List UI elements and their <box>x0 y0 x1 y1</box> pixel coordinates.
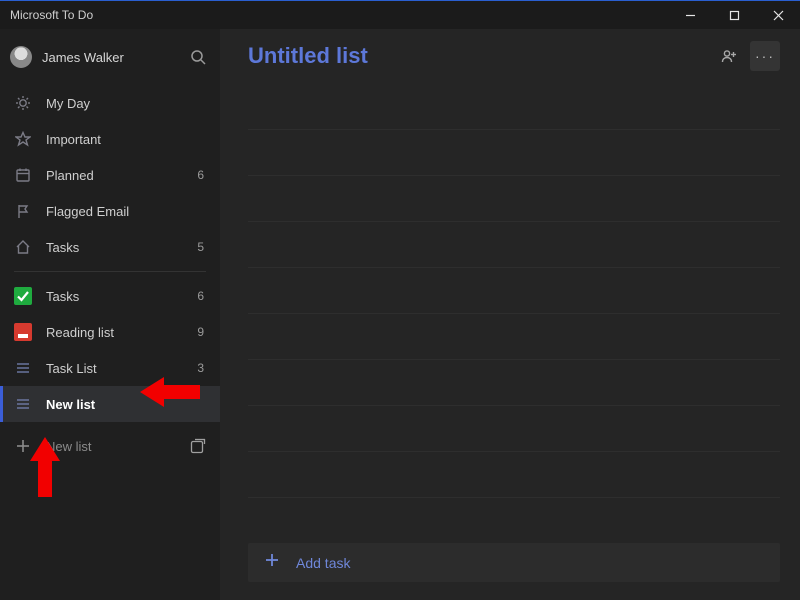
new-list-row: New list <box>0 426 220 466</box>
more-button[interactable]: ··· <box>750 41 780 71</box>
sidebar-item-label: My Day <box>46 96 180 111</box>
sidebar-item-label: Task List <box>46 361 180 376</box>
sidebar: James Walker My Day Important <box>0 29 220 600</box>
sidebar-item-my-day[interactable]: My Day <box>0 85 220 121</box>
new-list-label[interactable]: New list <box>46 439 174 454</box>
search-icon <box>190 49 206 65</box>
new-group-icon <box>189 437 207 455</box>
sidebar-item-label: Planned <box>46 168 180 183</box>
app-window: Microsoft To Do James Walker <box>0 0 800 600</box>
sidebar-item-label: Tasks <box>46 289 180 304</box>
task-row-placeholder <box>248 129 780 175</box>
add-task-label: Add task <box>296 555 350 571</box>
sidebar-item-reading-list[interactable]: Reading list 9 <box>0 314 220 350</box>
avatar <box>10 46 32 68</box>
maximize-button[interactable] <box>712 1 756 29</box>
sidebar-item-label: Important <box>46 132 180 147</box>
calendar-icon <box>14 166 32 184</box>
task-row-placeholder <box>248 83 780 129</box>
search-button[interactable] <box>190 49 206 65</box>
sidebar-item-label: New list <box>46 397 180 412</box>
sidebar-item-tasks[interactable]: Tasks 5 <box>0 229 220 265</box>
app-title: Microsoft To Do <box>10 8 93 22</box>
window-controls <box>668 1 800 29</box>
user-row[interactable]: James Walker <box>0 29 220 85</box>
sidebar-item-tasks-list[interactable]: Tasks 6 <box>0 278 220 314</box>
list-icon <box>14 359 32 377</box>
ellipsis-icon: ··· <box>755 48 775 64</box>
list-icon <box>14 395 32 413</box>
smart-lists: My Day Important Planned 6 Flagged Email <box>0 85 220 265</box>
sidebar-item-important[interactable]: Important <box>0 121 220 157</box>
sidebar-item-count: 6 <box>194 289 204 303</box>
home-icon <box>14 238 32 256</box>
sidebar-item-new-list[interactable]: New list <box>0 386 220 422</box>
sidebar-item-flagged-email[interactable]: Flagged Email <box>0 193 220 229</box>
new-list-button[interactable] <box>14 437 32 455</box>
plus-icon <box>264 552 280 573</box>
share-button[interactable] <box>714 41 744 71</box>
minimize-button[interactable] <box>668 1 712 29</box>
task-row-placeholder <box>248 451 780 497</box>
sidebar-item-count: 6 <box>194 168 204 182</box>
check-icon <box>14 287 32 305</box>
maximize-icon <box>729 10 740 21</box>
task-row-placeholder <box>248 359 780 405</box>
task-row-placeholder <box>248 405 780 451</box>
main-header: Untitled list ··· <box>220 29 800 83</box>
plus-icon <box>16 439 30 453</box>
sidebar-item-label: Reading list <box>46 325 180 340</box>
list-title[interactable]: Untitled list <box>248 43 708 69</box>
titlebar: Microsoft To Do <box>0 1 800 29</box>
flag-icon <box>14 202 32 220</box>
book-icon <box>14 323 32 341</box>
close-icon <box>773 10 784 21</box>
user-name: James Walker <box>42 50 180 65</box>
star-icon <box>14 130 32 148</box>
divider <box>14 271 206 272</box>
sidebar-item-count: 3 <box>194 361 204 375</box>
sidebar-item-label: Tasks <box>46 240 180 255</box>
user-lists: Tasks 6 Reading list 9 Task List 3 New l… <box>0 278 220 422</box>
sidebar-item-count: 9 <box>194 325 204 339</box>
sidebar-item-task-list[interactable]: Task List 3 <box>0 350 220 386</box>
task-row-placeholder <box>248 267 780 313</box>
sun-icon <box>14 94 32 112</box>
person-add-icon <box>721 48 737 64</box>
add-task-bar[interactable]: Add task <box>248 543 780 582</box>
sidebar-item-planned[interactable]: Planned 6 <box>0 157 220 193</box>
task-row-placeholder <box>248 221 780 267</box>
new-group-button[interactable] <box>188 436 208 456</box>
task-row-placeholder <box>248 313 780 359</box>
close-button[interactable] <box>756 1 800 29</box>
task-row-placeholder <box>248 497 780 543</box>
task-row-placeholder <box>248 175 780 221</box>
sidebar-item-label: Flagged Email <box>46 204 180 219</box>
main-pane: Untitled list ··· Add task <box>220 29 800 600</box>
task-area <box>220 83 800 543</box>
minimize-icon <box>685 10 696 21</box>
sidebar-item-count: 5 <box>194 240 204 254</box>
